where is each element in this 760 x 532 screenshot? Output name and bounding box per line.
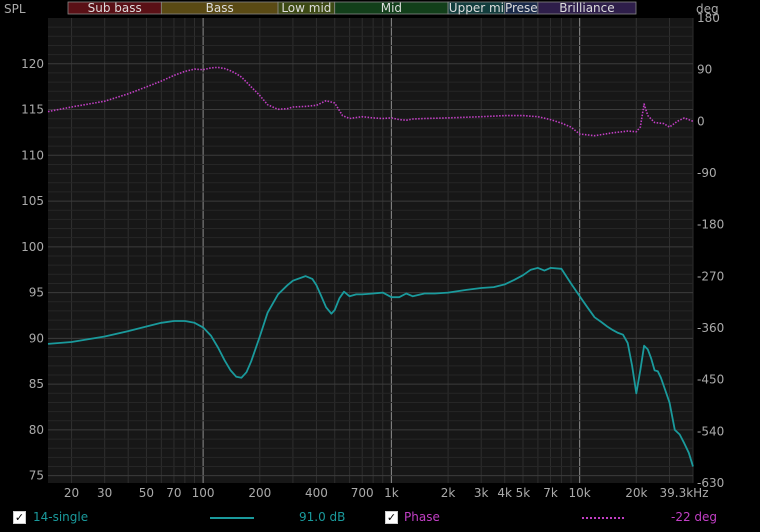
- legend-bar: ✓ 14-single 91.0 dB ✓ Phase -22 deg: [0, 506, 760, 532]
- x-tick-13: 7k: [543, 486, 558, 500]
- y-right-tick-7: -450: [697, 373, 724, 387]
- y-left-tick-6: 105: [21, 194, 44, 208]
- y-left-tick-3: 90: [29, 331, 44, 345]
- y-left-tick-4: 95: [29, 286, 44, 300]
- frequency-response-chart: Sub bass Bass Low mid Mid Upper mi Prese Brill…: [0, 0, 760, 532]
- x-tick-11: 4k: [497, 486, 512, 500]
- band-label-6: Brilliance: [559, 1, 614, 15]
- y-left-tick-7: 110: [21, 148, 44, 162]
- x-tick-7: 700: [351, 486, 374, 500]
- x-tick-8: 1k: [384, 486, 399, 500]
- y-left-tick-8: 115: [21, 103, 44, 117]
- series-name-label: 14-single: [33, 510, 89, 524]
- y-right-tick-1: 90: [697, 63, 712, 77]
- series-line-swatch: [210, 517, 254, 519]
- phase-value-label: -22 deg: [671, 510, 718, 524]
- y-right-tick-4: -180: [697, 218, 724, 232]
- x-tick-14: 10k: [569, 486, 591, 500]
- y-left-tick-2: 85: [29, 377, 44, 391]
- x-tick-3: 70: [166, 486, 181, 500]
- x-tick-6: 400: [305, 486, 328, 500]
- x-tick-12: 5k: [516, 486, 531, 500]
- band-label-3: Mid: [381, 1, 402, 15]
- y-left-axis-label: SPL: [4, 2, 26, 16]
- y-right-tick-3: -90: [697, 166, 717, 180]
- y-right-tick-8: -540: [697, 424, 724, 438]
- band-label-1: Bass: [206, 1, 234, 15]
- x-tick-10: 3k: [474, 486, 489, 500]
- x-tick-4: 100: [192, 486, 215, 500]
- y-left-tick-9: 120: [21, 57, 44, 71]
- phase-line-swatch: [582, 517, 624, 519]
- x-tick-2: 50: [139, 486, 154, 500]
- x-tick-9: 2k: [441, 486, 456, 500]
- series-visible-checkbox[interactable]: ✓: [13, 511, 26, 524]
- y-left-tick-0: 75: [29, 469, 44, 483]
- series-value-label: 91.0 dB: [299, 510, 346, 524]
- y-left-tick-5: 100: [21, 240, 44, 254]
- x-tick-5: 200: [248, 486, 271, 500]
- band-label-0: Sub bass: [88, 1, 142, 15]
- y-right-axis-label: deg: [696, 2, 719, 16]
- y-left-tick-1: 80: [29, 423, 44, 437]
- x-tick-16: 39.3kHz: [660, 486, 709, 500]
- y-right-tick-2: 0: [697, 114, 705, 128]
- y-right-tick-6: -360: [697, 321, 724, 335]
- x-tick-15: 20k: [625, 486, 647, 500]
- phase-name-label: Phase: [404, 510, 440, 524]
- band-label-2: Low mid: [281, 1, 331, 15]
- y-right-tick-5: -270: [697, 269, 724, 283]
- band-label-4: Upper mi: [449, 1, 504, 15]
- band-label-5: Prese: [505, 1, 538, 15]
- x-tick-1: 30: [97, 486, 112, 500]
- phase-visible-checkbox[interactable]: ✓: [385, 511, 398, 524]
- x-tick-0: 20: [64, 486, 79, 500]
